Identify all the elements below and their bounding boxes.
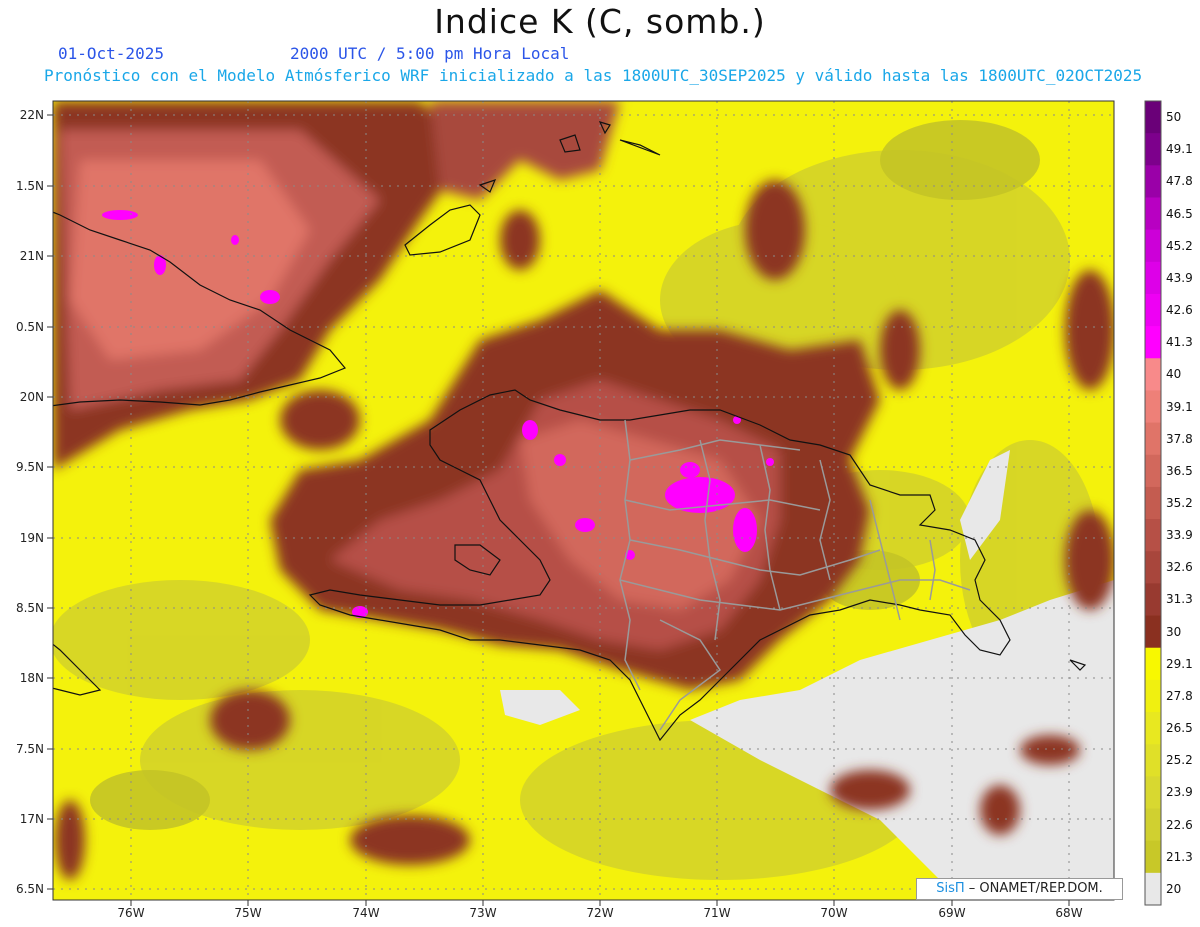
lon-label: 74W xyxy=(352,906,380,920)
colorbar-tick-label: 37.8 xyxy=(1166,431,1193,446)
colorbar-tick-label: 23.9 xyxy=(1166,785,1193,800)
colorbar-swatch xyxy=(1145,712,1161,745)
colorbar-tick-label: 21.3 xyxy=(1166,849,1193,864)
colorbar-swatch xyxy=(1145,197,1161,231)
colorbar-swatch xyxy=(1145,165,1161,198)
colorbar-tick-label: 50 xyxy=(1166,110,1182,125)
colorbar-swatch xyxy=(1145,133,1161,166)
colorbar-tick-label: 46.5 xyxy=(1166,206,1193,221)
lon-label: 72W xyxy=(586,906,614,920)
lat-label: 7.5N xyxy=(15,742,44,756)
colorbar-tick-label: 41.3 xyxy=(1166,335,1193,350)
colorbar-swatch xyxy=(1145,422,1161,456)
lon-label: 69W xyxy=(938,906,966,920)
lon-label: 71W xyxy=(703,906,731,920)
lon-label: 76W xyxy=(117,906,145,920)
colorbar-tick-label: 31.3 xyxy=(1166,592,1193,607)
colorbar-swatch xyxy=(1145,454,1161,488)
colorbar-swatch xyxy=(1145,101,1161,134)
colorbar-swatch xyxy=(1145,615,1161,649)
colorbar-swatch xyxy=(1145,486,1161,520)
lon-label: 70W xyxy=(820,906,848,920)
credit-box: SisΠ – ONAMET/REP.DOM. xyxy=(916,878,1123,900)
colorbar-swatch xyxy=(1145,647,1161,681)
colorbar-swatch xyxy=(1145,776,1161,810)
colorbar-tick-label: 29.1 xyxy=(1166,656,1193,671)
colorbar-swatch xyxy=(1145,358,1161,391)
colorbar-tick-label: 20 xyxy=(1166,881,1182,896)
map-field xyxy=(53,101,1114,900)
colorbar-swatch xyxy=(1145,326,1161,359)
colorbar-swatch xyxy=(1145,808,1161,842)
colorbar-tick-label: 43.9 xyxy=(1166,270,1193,285)
colorbar-tick-label: 35.2 xyxy=(1166,496,1193,510)
colorbar xyxy=(1144,100,1162,906)
colorbar-tick-label: 22.6 xyxy=(1166,817,1193,832)
colorbar-tick-label: 42.6 xyxy=(1166,303,1193,318)
lat-label: 0.5N xyxy=(15,320,44,334)
colorbar-tick-label: 47.8 xyxy=(1166,174,1193,189)
colorbar-tick-label: 45.2 xyxy=(1166,238,1193,253)
colorbar-swatch xyxy=(1145,519,1161,552)
colorbar-swatch xyxy=(1145,390,1161,424)
colorbar-tick-label: 33.9 xyxy=(1166,528,1193,543)
lat-label: 19N xyxy=(19,531,44,545)
colorbar-swatch xyxy=(1145,229,1161,263)
colorbar-tick-label: 27.8 xyxy=(1166,688,1193,703)
lat-label: 17N xyxy=(19,812,44,826)
sispi-logo-text: SisΠ xyxy=(936,881,965,896)
lat-label: 6.5N xyxy=(15,882,44,896)
lat-label: 21N xyxy=(19,249,44,263)
colorbar-tick-label: 30 xyxy=(1166,624,1182,639)
colorbar-tick-label: 39.1 xyxy=(1166,399,1193,414)
lat-label: 22N xyxy=(19,108,44,122)
colorbar-swatch xyxy=(1145,293,1161,327)
colorbar-tick-label: 26.5 xyxy=(1166,721,1193,736)
colorbar-tick-label: 25.2 xyxy=(1166,753,1193,768)
colorbar-swatch xyxy=(1145,551,1161,584)
lon-label: 68W xyxy=(1055,906,1083,920)
colorbar-swatch xyxy=(1145,744,1161,777)
colorbar-tick-label: 49.1 xyxy=(1166,142,1193,157)
lon-label: 73W xyxy=(469,906,497,920)
lat-label: 9.5N xyxy=(15,460,44,474)
lon-label: 75W xyxy=(234,906,262,920)
colorbar-tick-label: 36.5 xyxy=(1166,463,1193,478)
lat-label: 20N xyxy=(19,390,44,404)
colorbar-swatch xyxy=(1145,679,1161,713)
colorbar-swatch xyxy=(1145,261,1161,295)
lat-label: 8.5N xyxy=(15,601,44,615)
lat-label: 18N xyxy=(19,671,44,685)
colorbar-swatch xyxy=(1145,872,1161,906)
lat-label: 1.5N xyxy=(15,179,44,193)
k-index-map xyxy=(47,100,1162,906)
colorbar-tick-label: 40 xyxy=(1166,367,1182,382)
colorbar-tick-label: 32.6 xyxy=(1166,560,1193,575)
colorbar-swatch xyxy=(1145,840,1161,874)
colorbar-swatch xyxy=(1145,583,1161,617)
credit-text: – ONAMET/REP.DOM. xyxy=(968,881,1103,896)
